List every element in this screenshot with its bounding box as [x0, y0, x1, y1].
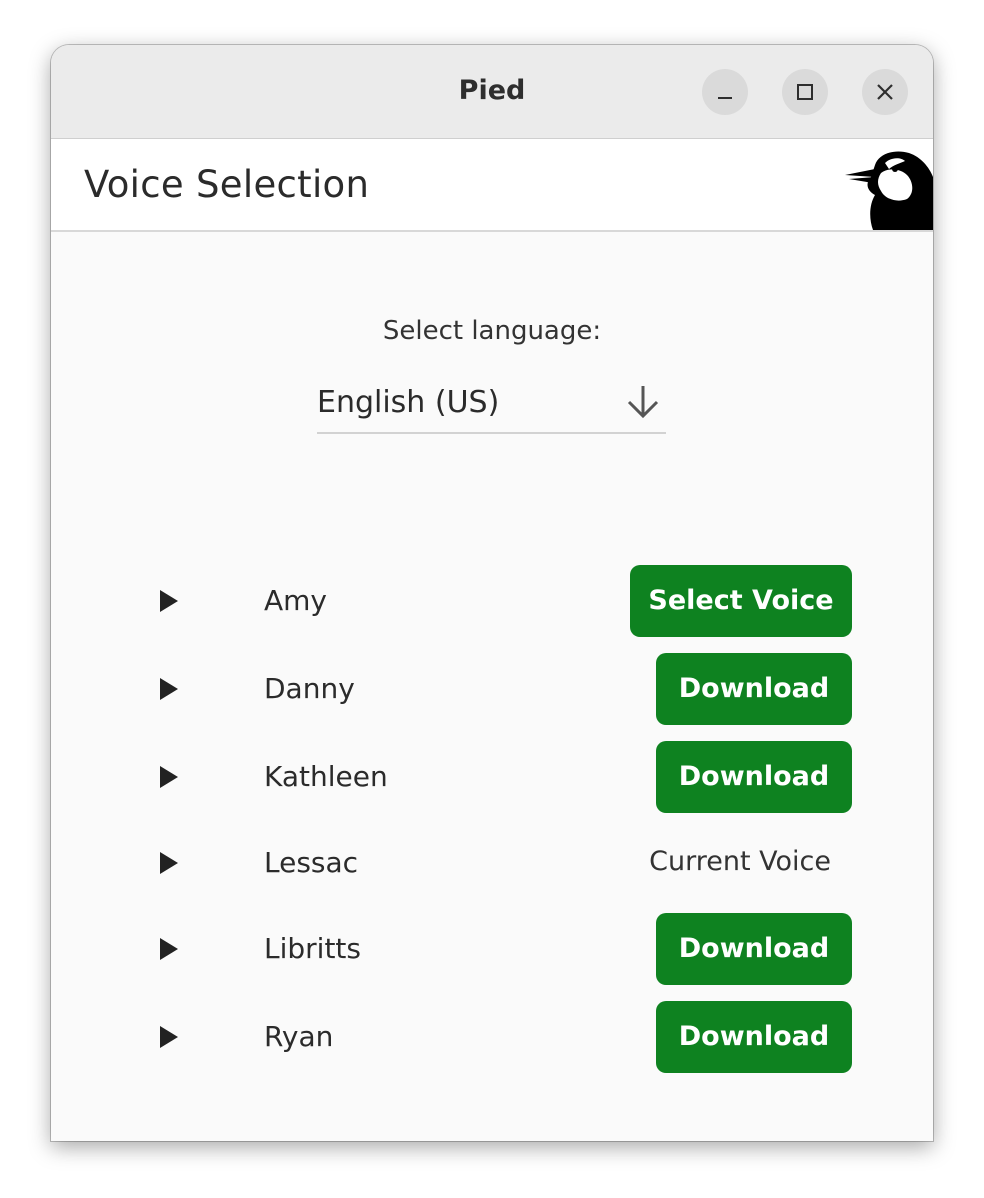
- voice-row-lessac: Lessac Current Voice: [51, 827, 933, 899]
- play-icon[interactable]: [157, 677, 181, 701]
- app-window: Pied Voice Selection Select language: En…: [51, 45, 933, 1141]
- close-icon: [877, 84, 893, 100]
- current-voice-label: Current Voice: [649, 846, 831, 877]
- voice-row-kathleen: Kathleen Download: [51, 741, 933, 813]
- minimize-icon: [718, 97, 732, 99]
- select-voice-button[interactable]: Select Voice: [630, 565, 852, 637]
- play-icon[interactable]: [157, 589, 181, 613]
- app-bar: Voice Selection: [51, 139, 933, 232]
- maximize-button[interactable]: [782, 69, 828, 115]
- language-label: Select language:: [382, 316, 602, 346]
- voice-row-danny: Danny Download: [51, 653, 933, 725]
- voice-name: Lessac: [264, 846, 359, 879]
- voice-name: Danny: [264, 672, 355, 705]
- download-button[interactable]: Download: [656, 1001, 852, 1073]
- play-icon[interactable]: [157, 765, 181, 789]
- voice-name: Libritts: [264, 932, 361, 965]
- voice-name: Amy: [264, 584, 327, 617]
- maximize-icon: [797, 84, 813, 100]
- language-dropdown[interactable]: English (US): [317, 370, 666, 434]
- download-button[interactable]: Download: [656, 653, 852, 725]
- close-button[interactable]: [862, 69, 908, 115]
- voice-row-libritts: Libritts Download: [51, 913, 933, 985]
- page-title: Voice Selection: [84, 163, 370, 206]
- download-button[interactable]: Download: [656, 913, 852, 985]
- language-selected-value: English (US): [317, 385, 500, 420]
- arrow-down-icon: [627, 386, 659, 419]
- voice-name: Kathleen: [264, 760, 388, 793]
- download-button[interactable]: Download: [656, 741, 852, 813]
- voice-row-ryan: Ryan Download: [51, 1001, 933, 1073]
- voice-name: Ryan: [264, 1020, 334, 1053]
- play-icon[interactable]: [157, 851, 181, 875]
- title-bar[interactable]: Pied: [51, 45, 933, 139]
- voice-row-amy: Amy Select Voice: [51, 565, 933, 637]
- voice-selection-panel: Select language: English (US) Amy Select…: [51, 232, 933, 1141]
- play-icon[interactable]: [157, 1025, 181, 1049]
- minimize-button[interactable]: [702, 69, 748, 115]
- play-icon[interactable]: [157, 937, 181, 961]
- wagtail-bird-logo: [845, 151, 933, 230]
